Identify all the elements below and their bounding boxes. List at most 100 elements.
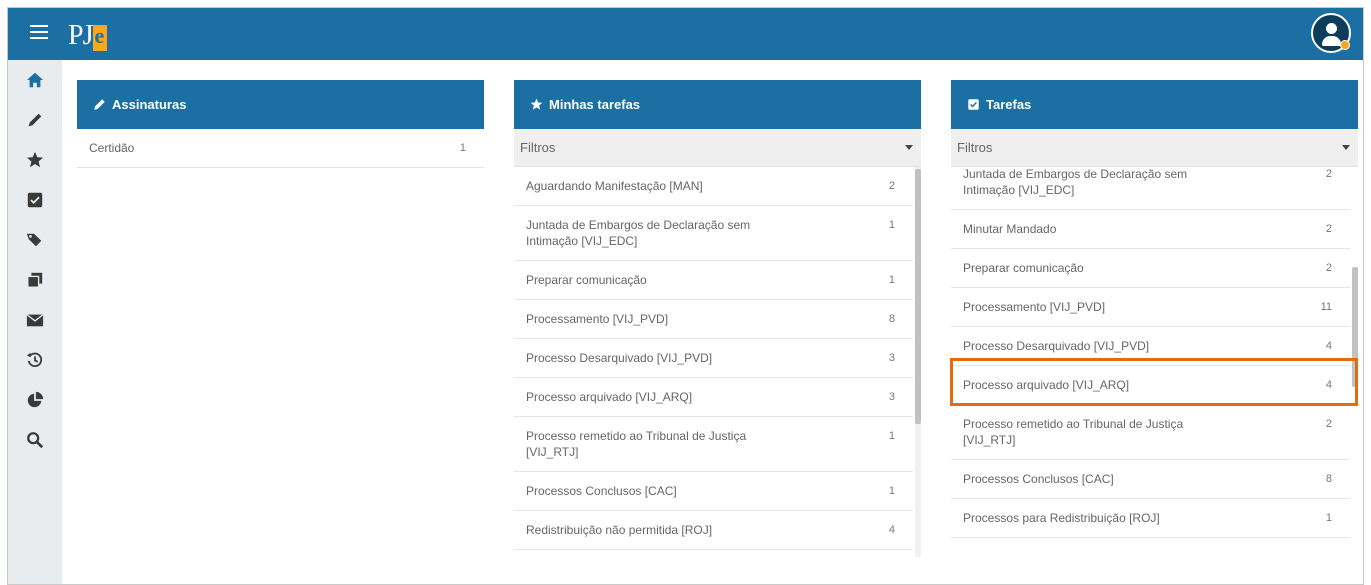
avatar-head: [1326, 23, 1337, 34]
list-item[interactable]: Processo remetido ao Tribunal de Justiça…: [514, 417, 913, 472]
row-count: 2: [1325, 262, 1332, 274]
home-icon[interactable]: [8, 60, 62, 100]
minhas-tarefas-title: Minhas tarefas: [549, 97, 641, 112]
row-label: Preparar comunicação: [526, 273, 647, 287]
status-dot: [1340, 40, 1350, 50]
top-bar: PJ: [8, 8, 1363, 60]
minhas-tarefas-filter[interactable]: Filtros: [514, 129, 921, 167]
list-item[interactable]: Preparar comunicação 1: [514, 261, 913, 300]
row-count: 3: [888, 352, 895, 364]
list-item-highlighted[interactable]: Processo arquivado [VIJ_ARQ] 4: [951, 366, 1350, 405]
row-count: 1: [888, 274, 895, 286]
tarefas-list[interactable]: Juntada de Embargos de Declaração sem In…: [951, 167, 1358, 547]
minhas-tarefas-panel: Minhas tarefas Filtros Aguardando Manife…: [514, 80, 921, 557]
list-item[interactable]: Redistribuição não permitida [ROJ] 4: [514, 511, 913, 550]
minhas-tarefas-list[interactable]: Aguardando Manifestação [MAN] 2 Juntada d…: [514, 167, 921, 557]
copy-icon[interactable]: [8, 260, 62, 300]
row-count: 4: [1325, 379, 1332, 391]
pencil-icon[interactable]: [8, 100, 62, 140]
row-count: 8: [888, 313, 895, 325]
row-count: 4: [1325, 340, 1332, 352]
assinaturas-list: Certidão 1: [77, 129, 484, 168]
checkbox-icon: [968, 99, 979, 110]
tarefas-title: Tarefas: [986, 97, 1032, 112]
row-label: Processo Desarquivado [VIJ_PVD]: [526, 351, 713, 365]
row-count: 8: [1325, 473, 1332, 485]
row-label: Processamento [VIJ_PVD]: [963, 300, 1106, 314]
row-label: Juntada de Embargos de Declaração sem In…: [963, 167, 1188, 197]
filter-label: Filtros: [957, 140, 993, 155]
tags-icon[interactable]: [8, 220, 62, 260]
pencil-icon: [94, 99, 105, 110]
pje-logo[interactable]: PJ: [68, 17, 108, 51]
scrollbar-thumb[interactable]: [915, 169, 921, 424]
row-label: Certidão: [89, 141, 135, 155]
list-item[interactable]: Juntada de Embargos de Declaração sem In…: [514, 206, 913, 261]
app-window: PJ e Assinaturas Certidão 1 Minhas taref…: [7, 7, 1364, 585]
row-count: 4: [888, 524, 895, 536]
row-count: 2: [1325, 418, 1332, 430]
list-item[interactable]: Processo Desarquivado [VIJ_PVD] 4: [951, 327, 1350, 366]
row-label: Processos para Redistribuição [ROJ]: [963, 511, 1160, 525]
sidebar: [8, 60, 62, 584]
search-icon[interactable]: [8, 420, 62, 460]
avatar-body: [1322, 36, 1341, 46]
row-label: Processo Desarquivado [VIJ_PVD]: [963, 339, 1150, 353]
row-count: 2: [1325, 168, 1332, 180]
scrollbar-thumb[interactable]: [1352, 267, 1358, 387]
list-item[interactable]: Processos para Redistribuição [ROJ] 1: [951, 499, 1350, 538]
row-label: Juntada de Embargos de Declaração sem In…: [526, 218, 751, 248]
list-item[interactable]: Minutar Mandado 2: [951, 210, 1350, 249]
row-label: Redistribuição não permitida [ROJ]: [526, 523, 713, 537]
row-label: Processamento [VIJ_PVD]: [526, 312, 669, 326]
row-label: Processos Conclusos [CAC]: [526, 484, 677, 498]
pie-chart-icon[interactable]: [8, 380, 62, 420]
row-count: 1: [459, 142, 466, 154]
row-label: Preparar comunicação: [963, 261, 1084, 275]
chevron-down-icon: [1342, 145, 1350, 150]
row-label: Aguardando Manifestação [MAN]: [526, 179, 703, 193]
row-count: 11: [1320, 301, 1332, 313]
chevron-down-icon: [905, 145, 913, 150]
tarefas-panel: Tarefas Filtros Juntada de Embargos de D…: [951, 80, 1358, 547]
minhas-tarefas-header: Minhas tarefas: [514, 80, 921, 129]
checkbox-icon[interactable]: [8, 180, 62, 220]
row-count: 1: [888, 485, 895, 497]
envelope-icon[interactable]: [8, 300, 62, 340]
row-label: Processo arquivado [VIJ_ARQ]: [526, 390, 693, 404]
assinaturas-title: Assinaturas: [112, 97, 187, 112]
list-item[interactable]: Processo remetido ao Tribunal de Justiça…: [951, 405, 1350, 460]
logo-accent: [93, 23, 108, 51]
list-item[interactable]: Certidão 1: [77, 129, 484, 168]
row-label: Processos Conclusos [CAC]: [963, 472, 1114, 486]
row-label: Minutar Mandado: [963, 222, 1057, 236]
logo-text: PJ: [68, 20, 93, 51]
row-label: Processo remetido ao Tribunal de Justiça…: [526, 429, 747, 459]
list-item[interactable]: Preparar comunicação 2: [951, 249, 1350, 288]
row-label: Processo arquivado [VIJ_ARQ]: [963, 378, 1130, 392]
history-icon[interactable]: [8, 340, 62, 380]
star-icon: [530, 98, 543, 110]
list-item[interactable]: Processamento [VIJ_PVD] 8: [514, 300, 913, 339]
list-item[interactable]: Juntada de Embargos de Declaração sem In…: [951, 167, 1350, 210]
row-count: 3: [888, 391, 895, 403]
list-item[interactable]: Processamento [VIJ_PVD] 11: [951, 288, 1350, 327]
row-count: 2: [888, 180, 895, 192]
row-count: 2: [1325, 223, 1332, 235]
tarefas-filter[interactable]: Filtros: [951, 129, 1358, 167]
row-label: Processo remetido ao Tribunal de Justiça…: [963, 417, 1184, 447]
assinaturas-header: Assinaturas: [77, 80, 484, 129]
filter-label: Filtros: [520, 140, 556, 155]
list-item[interactable]: Processos Conclusos [CAC] 8: [951, 460, 1350, 499]
list-item[interactable]: Processo arquivado [VIJ_ARQ] 3: [514, 378, 913, 417]
list-item[interactable]: Aguardando Manifestação [MAN] 2: [514, 167, 913, 206]
list-item[interactable]: Processos Conclusos [CAC] 1: [514, 472, 913, 511]
row-count: 1: [888, 430, 895, 442]
list-item[interactable]: Processo Desarquivado [VIJ_PVD] 3: [514, 339, 913, 378]
row-count: 1: [888, 219, 895, 231]
menu-icon[interactable]: [30, 25, 48, 41]
user-avatar[interactable]: [1311, 13, 1351, 53]
star-icon[interactable]: [8, 140, 62, 180]
tarefas-scroll-content: Juntada de Embargos de Declaração sem In…: [951, 167, 1350, 538]
assinaturas-panel: Assinaturas Certidão 1: [77, 80, 484, 168]
